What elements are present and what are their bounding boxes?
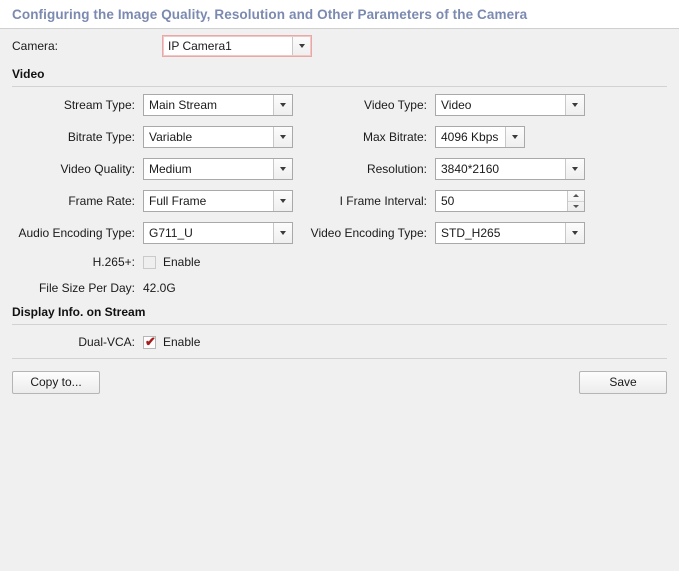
form-row-audio-encoding: Audio Encoding Type: G711_U Video Encodi… xyxy=(12,217,667,249)
form-content: Camera: IP Camera1 Video Stream Type: Ma… xyxy=(0,29,679,399)
field-audio-encoding: Audio Encoding Type: G711_U xyxy=(12,222,299,244)
field-bitrate-type: Bitrate Type: Variable xyxy=(12,126,299,148)
dual-vca-checkbox[interactable]: ✔ Enable xyxy=(143,335,200,349)
checkbox-box[interactable]: ✔ xyxy=(143,336,156,349)
page-header: Configuring the Image Quality, Resolutio… xyxy=(0,0,679,29)
resolution-select[interactable]: 3840*2160 xyxy=(435,158,585,180)
checkmark-icon: ✔ xyxy=(145,335,156,348)
file-size-per-day-value: 42.0G xyxy=(143,281,176,295)
form-row-stream-type: Stream Type: Main Stream Video Type: Vid… xyxy=(12,89,667,121)
field-stream-type: Stream Type: Main Stream xyxy=(12,94,299,116)
field-video-encoding: Video Encoding Type: STD_H265 xyxy=(299,222,585,244)
field-i-frame-interval: I Frame Interval: 50 xyxy=(299,190,585,212)
max-bitrate-select[interactable]: 4096 Kbps xyxy=(435,126,525,148)
chevron-down-icon[interactable] xyxy=(292,36,311,56)
stepper-up-icon[interactable] xyxy=(568,191,584,202)
field-max-bitrate: Max Bitrate: 4096 Kbps xyxy=(299,126,525,148)
audio-encoding-label: Audio Encoding Type: xyxy=(12,226,143,240)
chevron-down-icon[interactable] xyxy=(273,223,292,243)
stepper-down-icon[interactable] xyxy=(568,202,584,212)
stream-type-label: Stream Type: xyxy=(12,98,143,112)
i-frame-interval-label: I Frame Interval: xyxy=(299,194,435,208)
form-row-h265-plus: H.265+: Enable xyxy=(12,249,667,275)
h265-plus-enable-text: Enable xyxy=(163,255,200,269)
resolution-label: Resolution: xyxy=(299,162,435,176)
stream-type-select[interactable]: Main Stream xyxy=(143,94,293,116)
video-quality-select[interactable]: Medium xyxy=(143,158,293,180)
page-title: Configuring the Image Quality, Resolutio… xyxy=(12,7,527,22)
section-heading-display-info: Display Info. on Stream xyxy=(12,301,667,323)
audio-encoding-select[interactable]: G711_U xyxy=(143,222,293,244)
form-row-file-size: File Size Per Day: 42.0G xyxy=(12,275,667,301)
h265-plus-checkbox[interactable]: Enable xyxy=(143,255,200,269)
camera-select-value: IP Camera1 xyxy=(163,36,292,56)
frame-rate-value: Full Frame xyxy=(144,191,273,211)
checkbox-box[interactable] xyxy=(143,256,156,269)
max-bitrate-value: 4096 Kbps xyxy=(436,127,505,147)
max-bitrate-label: Max Bitrate: xyxy=(299,130,435,144)
video-encoding-label: Video Encoding Type: xyxy=(299,226,435,240)
chevron-down-icon[interactable] xyxy=(273,191,292,211)
frame-rate-label: Frame Rate: xyxy=(12,194,143,208)
h265-plus-label: H.265+: xyxy=(12,255,143,269)
divider-display-info xyxy=(12,324,667,325)
chevron-down-icon[interactable] xyxy=(565,95,584,115)
video-quality-label: Video Quality: xyxy=(12,162,143,176)
video-type-label: Video Type: xyxy=(299,98,435,112)
button-bar: Copy to... Save xyxy=(12,365,667,399)
resolution-value: 3840*2160 xyxy=(436,159,565,179)
form-row-frame-rate: Frame Rate: Full Frame I Frame Interval:… xyxy=(12,185,667,217)
bitrate-type-select[interactable]: Variable xyxy=(143,126,293,148)
video-encoding-select[interactable]: STD_H265 xyxy=(435,222,585,244)
save-button[interactable]: Save xyxy=(579,371,667,394)
copy-to-button[interactable]: Copy to... xyxy=(12,371,100,394)
camera-row: Camera: IP Camera1 xyxy=(12,29,667,63)
field-video-type: Video Type: Video xyxy=(299,94,585,116)
divider-video xyxy=(12,86,667,87)
field-resolution: Resolution: 3840*2160 xyxy=(299,158,585,180)
i-frame-interval-value: 50 xyxy=(436,191,567,211)
chevron-down-icon[interactable] xyxy=(505,127,524,147)
chevron-down-icon[interactable] xyxy=(565,223,584,243)
bitrate-type-label: Bitrate Type: xyxy=(12,130,143,144)
video-quality-value: Medium xyxy=(144,159,273,179)
dual-vca-enable-text: Enable xyxy=(163,335,200,349)
form-row-bitrate-type: Bitrate Type: Variable Max Bitrate: 4096… xyxy=(12,121,667,153)
dual-vca-label: Dual-VCA: xyxy=(12,335,143,349)
camera-select[interactable]: IP Camera1 xyxy=(162,35,312,57)
form-row-dual-vca: Dual-VCA: ✔ Enable xyxy=(12,327,667,357)
form-row-video-quality: Video Quality: Medium Resolution: 3840*2… xyxy=(12,153,667,185)
field-frame-rate: Frame Rate: Full Frame xyxy=(12,190,299,212)
field-video-quality: Video Quality: Medium xyxy=(12,158,299,180)
chevron-down-icon[interactable] xyxy=(273,127,292,147)
stream-type-value: Main Stream xyxy=(144,95,273,115)
chevron-down-icon[interactable] xyxy=(273,95,292,115)
bitrate-type-value: Variable xyxy=(144,127,273,147)
file-size-per-day-label: File Size Per Day: xyxy=(12,281,143,295)
frame-rate-select[interactable]: Full Frame xyxy=(143,190,293,212)
video-type-value: Video xyxy=(436,95,565,115)
chevron-down-icon[interactable] xyxy=(565,159,584,179)
video-type-select[interactable]: Video xyxy=(435,94,585,116)
quantity-stepper[interactable] xyxy=(567,191,584,211)
audio-encoding-value: G711_U xyxy=(144,223,273,243)
video-encoding-value: STD_H265 xyxy=(436,223,565,243)
section-heading-video: Video xyxy=(12,63,667,85)
camera-label: Camera: xyxy=(12,39,162,53)
i-frame-interval-input[interactable]: 50 xyxy=(435,190,585,212)
chevron-down-icon[interactable] xyxy=(273,159,292,179)
divider-buttons xyxy=(12,358,667,359)
